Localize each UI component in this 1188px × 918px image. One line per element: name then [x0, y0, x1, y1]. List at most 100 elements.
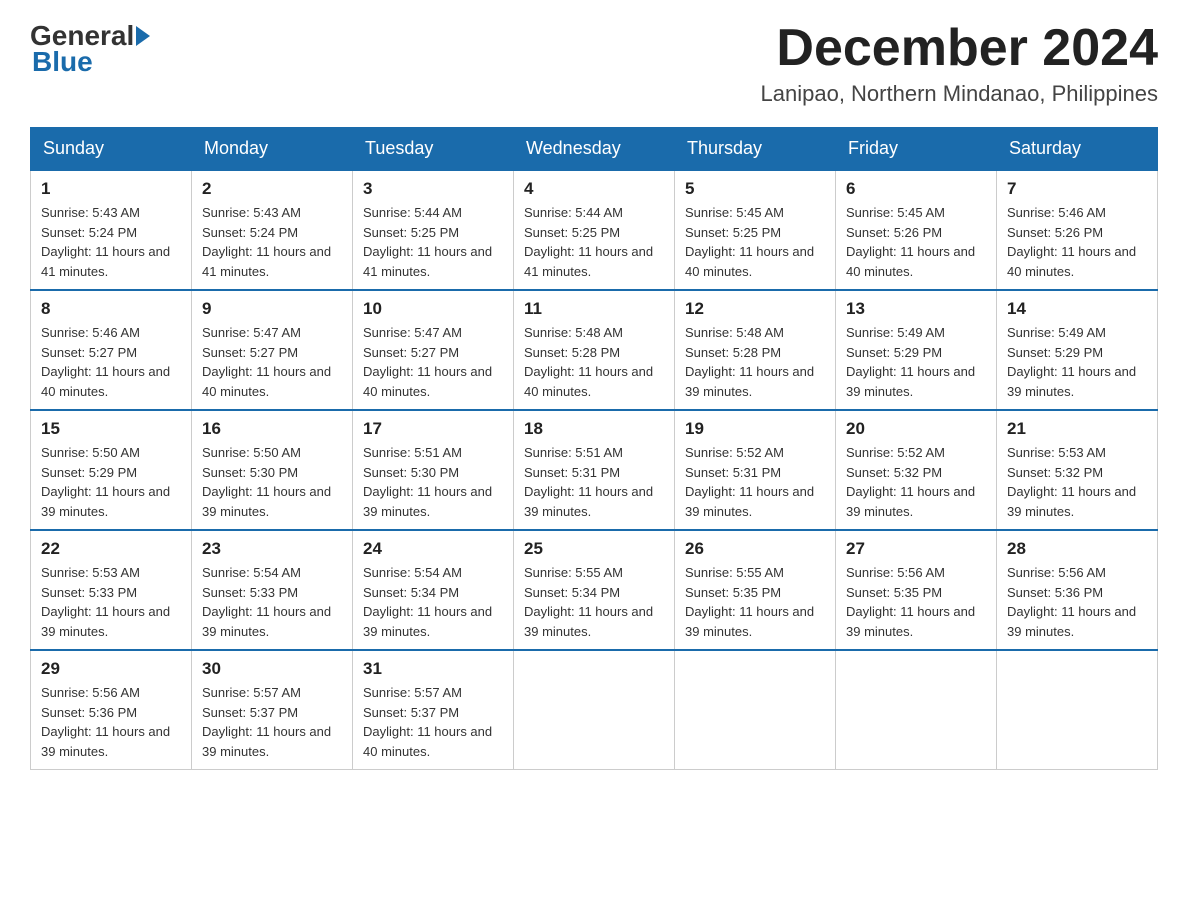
day-number: 29	[41, 659, 181, 679]
title-section: December 2024 Lanipao, Northern Mindanao…	[761, 20, 1158, 107]
day-number: 28	[1007, 539, 1147, 559]
day-info: Sunrise: 5:52 AMSunset: 5:32 PMDaylight:…	[846, 443, 986, 521]
calendar-cell: 12 Sunrise: 5:48 AMSunset: 5:28 PMDayligh…	[675, 290, 836, 410]
day-number: 15	[41, 419, 181, 439]
calendar-table: SundayMondayTuesdayWednesdayThursdayFrid…	[30, 127, 1158, 770]
day-info: Sunrise: 5:43 AMSunset: 5:24 PMDaylight:…	[202, 203, 342, 281]
day-number: 22	[41, 539, 181, 559]
day-number: 2	[202, 179, 342, 199]
day-info: Sunrise: 5:57 AMSunset: 5:37 PMDaylight:…	[363, 683, 503, 761]
day-info: Sunrise: 5:52 AMSunset: 5:31 PMDaylight:…	[685, 443, 825, 521]
day-info: Sunrise: 5:43 AMSunset: 5:24 PMDaylight:…	[41, 203, 181, 281]
day-number: 12	[685, 299, 825, 319]
column-header-thursday: Thursday	[675, 128, 836, 171]
calendar-cell: 3 Sunrise: 5:44 AMSunset: 5:25 PMDaylight…	[353, 170, 514, 290]
day-number: 3	[363, 179, 503, 199]
day-info: Sunrise: 5:44 AMSunset: 5:25 PMDaylight:…	[524, 203, 664, 281]
day-number: 23	[202, 539, 342, 559]
calendar-cell: 5 Sunrise: 5:45 AMSunset: 5:25 PMDaylight…	[675, 170, 836, 290]
day-number: 10	[363, 299, 503, 319]
day-number: 14	[1007, 299, 1147, 319]
day-info: Sunrise: 5:54 AMSunset: 5:34 PMDaylight:…	[363, 563, 503, 641]
column-header-tuesday: Tuesday	[353, 128, 514, 171]
day-number: 18	[524, 419, 664, 439]
calendar-cell: 18 Sunrise: 5:51 AMSunset: 5:31 PMDayligh…	[514, 410, 675, 530]
day-info: Sunrise: 5:51 AMSunset: 5:31 PMDaylight:…	[524, 443, 664, 521]
day-number: 21	[1007, 419, 1147, 439]
calendar-cell: 30 Sunrise: 5:57 AMSunset: 5:37 PMDayligh…	[192, 650, 353, 770]
calendar-week-row: 1Sunrise: 5:43 AMSunset: 5:24 PMDaylight…	[31, 170, 1158, 290]
calendar-week-row: 22Sunrise: 5:53 AMSunset: 5:33 PMDayligh…	[31, 530, 1158, 650]
day-number: 8	[41, 299, 181, 319]
day-info: Sunrise: 5:49 AMSunset: 5:29 PMDaylight:…	[846, 323, 986, 401]
calendar-cell: 10 Sunrise: 5:47 AMSunset: 5:27 PMDayligh…	[353, 290, 514, 410]
column-header-friday: Friday	[836, 128, 997, 171]
day-info: Sunrise: 5:53 AMSunset: 5:32 PMDaylight:…	[1007, 443, 1147, 521]
calendar-cell: 8 Sunrise: 5:46 AMSunset: 5:27 PMDaylight…	[31, 290, 192, 410]
calendar-cell: 2 Sunrise: 5:43 AMSunset: 5:24 PMDaylight…	[192, 170, 353, 290]
column-header-saturday: Saturday	[997, 128, 1158, 171]
logo-blue-text: Blue	[32, 46, 93, 77]
calendar-cell: 19 Sunrise: 5:52 AMSunset: 5:31 PMDayligh…	[675, 410, 836, 530]
day-info: Sunrise: 5:44 AMSunset: 5:25 PMDaylight:…	[363, 203, 503, 281]
column-header-monday: Monday	[192, 128, 353, 171]
day-number: 7	[1007, 179, 1147, 199]
day-number: 20	[846, 419, 986, 439]
day-info: Sunrise: 5:48 AMSunset: 5:28 PMDaylight:…	[524, 323, 664, 401]
calendar-week-row: 8 Sunrise: 5:46 AMSunset: 5:27 PMDaylight…	[31, 290, 1158, 410]
day-info: Sunrise: 5:50 AMSunset: 5:30 PMDaylight:…	[202, 443, 342, 521]
day-info: Sunrise: 5:47 AMSunset: 5:27 PMDaylight:…	[363, 323, 503, 401]
calendar-cell: 11 Sunrise: 5:48 AMSunset: 5:28 PMDayligh…	[514, 290, 675, 410]
day-number: 6	[846, 179, 986, 199]
calendar-cell: 25 Sunrise: 5:55 AMSunset: 5:34 PMDayligh…	[514, 530, 675, 650]
day-number: 5	[685, 179, 825, 199]
day-info: Sunrise: 5:51 AMSunset: 5:30 PMDaylight:…	[363, 443, 503, 521]
day-info: Sunrise: 5:54 AMSunset: 5:33 PMDaylight:…	[202, 563, 342, 641]
day-number: 26	[685, 539, 825, 559]
day-info: Sunrise: 5:55 AMSunset: 5:34 PMDaylight:…	[524, 563, 664, 641]
calendar-week-row: 15 Sunrise: 5:50 AMSunset: 5:29 PMDayligh…	[31, 410, 1158, 530]
calendar-cell	[997, 650, 1158, 770]
location-subtitle: Lanipao, Northern Mindanao, Philippines	[761, 81, 1158, 107]
day-number: 31	[363, 659, 503, 679]
calendar-cell: 15 Sunrise: 5:50 AMSunset: 5:29 PMDayligh…	[31, 410, 192, 530]
day-number: 25	[524, 539, 664, 559]
calendar-cell: 20 Sunrise: 5:52 AMSunset: 5:32 PMDayligh…	[836, 410, 997, 530]
day-info: Sunrise: 5:50 AMSunset: 5:29 PMDaylight:…	[41, 443, 181, 521]
column-header-wednesday: Wednesday	[514, 128, 675, 171]
calendar-cell: 29Sunrise: 5:56 AMSunset: 5:36 PMDayligh…	[31, 650, 192, 770]
calendar-cell: 14 Sunrise: 5:49 AMSunset: 5:29 PMDayligh…	[997, 290, 1158, 410]
day-info: Sunrise: 5:56 AMSunset: 5:36 PMDaylight:…	[1007, 563, 1147, 641]
calendar-cell: 21 Sunrise: 5:53 AMSunset: 5:32 PMDayligh…	[997, 410, 1158, 530]
calendar-cell: 22Sunrise: 5:53 AMSunset: 5:33 PMDayligh…	[31, 530, 192, 650]
day-number: 11	[524, 299, 664, 319]
calendar-cell: 31 Sunrise: 5:57 AMSunset: 5:37 PMDayligh…	[353, 650, 514, 770]
day-info: Sunrise: 5:46 AMSunset: 5:27 PMDaylight:…	[41, 323, 181, 401]
calendar-cell: 1Sunrise: 5:43 AMSunset: 5:24 PMDaylight…	[31, 170, 192, 290]
day-number: 19	[685, 419, 825, 439]
calendar-cell	[836, 650, 997, 770]
calendar-cell: 9 Sunrise: 5:47 AMSunset: 5:27 PMDaylight…	[192, 290, 353, 410]
calendar-cell: 4Sunrise: 5:44 AMSunset: 5:25 PMDaylight…	[514, 170, 675, 290]
day-info: Sunrise: 5:45 AMSunset: 5:25 PMDaylight:…	[685, 203, 825, 281]
day-info: Sunrise: 5:48 AMSunset: 5:28 PMDaylight:…	[685, 323, 825, 401]
day-info: Sunrise: 5:49 AMSunset: 5:29 PMDaylight:…	[1007, 323, 1147, 401]
day-info: Sunrise: 5:45 AMSunset: 5:26 PMDaylight:…	[846, 203, 986, 281]
calendar-header-row: SundayMondayTuesdayWednesdayThursdayFrid…	[31, 128, 1158, 171]
page-header: General Blue December 2024 Lanipao, Nort…	[30, 20, 1158, 107]
calendar-cell: 13Sunrise: 5:49 AMSunset: 5:29 PMDayligh…	[836, 290, 997, 410]
calendar-cell: 16Sunrise: 5:50 AMSunset: 5:30 PMDayligh…	[192, 410, 353, 530]
day-info: Sunrise: 5:46 AMSunset: 5:26 PMDaylight:…	[1007, 203, 1147, 281]
calendar-cell: 6 Sunrise: 5:45 AMSunset: 5:26 PMDaylight…	[836, 170, 997, 290]
calendar-cell	[675, 650, 836, 770]
day-info: Sunrise: 5:47 AMSunset: 5:27 PMDaylight:…	[202, 323, 342, 401]
calendar-cell: 28 Sunrise: 5:56 AMSunset: 5:36 PMDayligh…	[997, 530, 1158, 650]
calendar-week-row: 29Sunrise: 5:56 AMSunset: 5:36 PMDayligh…	[31, 650, 1158, 770]
day-number: 24	[363, 539, 503, 559]
logo-arrow-icon	[136, 26, 150, 46]
day-number: 9	[202, 299, 342, 319]
day-info: Sunrise: 5:56 AMSunset: 5:35 PMDaylight:…	[846, 563, 986, 641]
day-number: 30	[202, 659, 342, 679]
month-year-title: December 2024	[761, 20, 1158, 77]
day-info: Sunrise: 5:57 AMSunset: 5:37 PMDaylight:…	[202, 683, 342, 761]
